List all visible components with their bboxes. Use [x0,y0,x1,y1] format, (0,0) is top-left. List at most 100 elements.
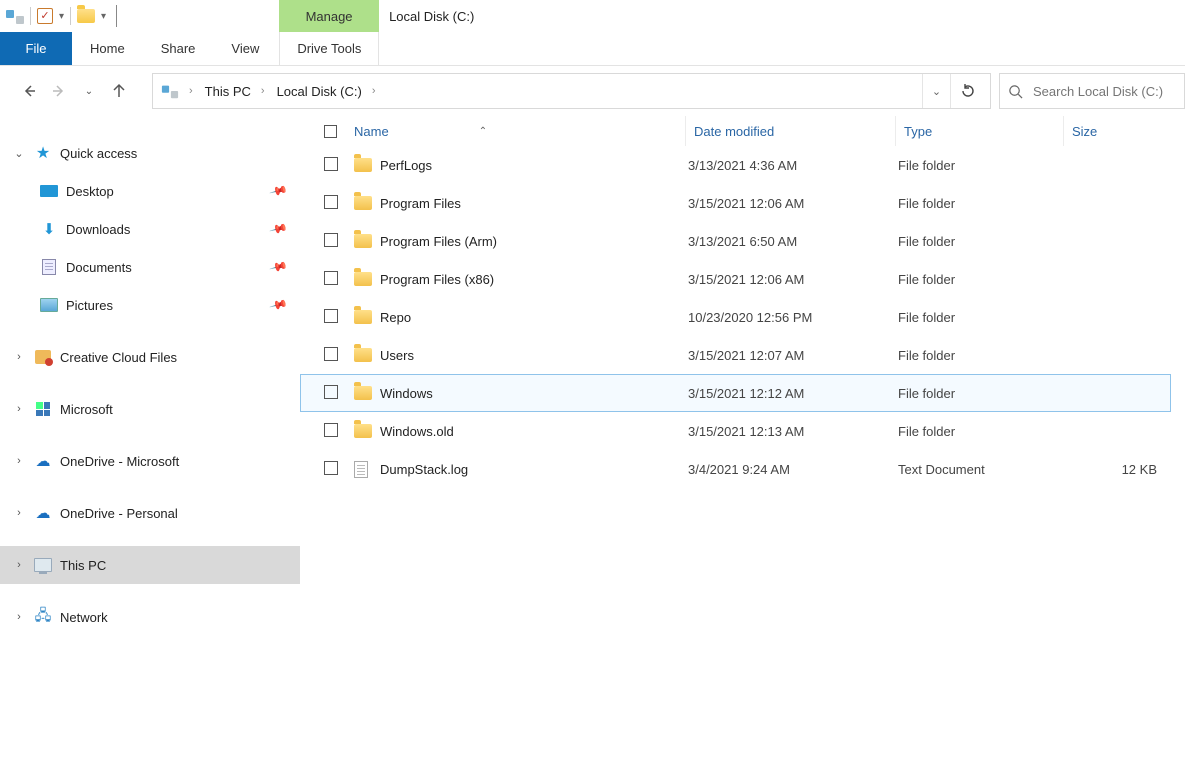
expand-icon[interactable]: › [12,611,26,623]
sidebar-item-creative-cloud[interactable]: › Creative Cloud Files [0,338,300,376]
expand-icon[interactable]: › [12,351,26,363]
column-header-size[interactable]: Size [1064,124,1185,139]
file-name: PerfLogs [380,158,686,173]
column-header-checkbox[interactable] [324,125,354,138]
sidebar-item-label: OneDrive - Personal [60,506,300,521]
search-input[interactable] [1033,84,1176,99]
column-headers: Name ⌃ Date modified Type Size [300,116,1185,146]
file-date: 3/13/2021 4:36 AM [686,158,896,173]
column-header-name[interactable]: Name ⌃ [354,116,686,146]
file-row[interactable]: PerfLogs3/13/2021 4:36 AMFile folder [300,146,1185,184]
row-checkbox[interactable] [324,157,354,174]
sidebar-item-network[interactable]: › 🖧 Network [0,598,300,636]
row-checkbox[interactable] [324,233,354,250]
sidebar-item-onedrive-personal[interactable]: › ☁ OneDrive - Personal [0,494,300,532]
row-checkbox[interactable] [324,195,354,212]
file-row[interactable]: Windows3/15/2021 12:12 AMFile folder [300,374,1171,412]
folder-icon [354,196,372,210]
file-row[interactable]: DumpStack.log3/4/2021 9:24 AMText Docume… [300,450,1185,488]
row-checkbox[interactable] [324,271,354,288]
ribbon-tabs: File Home Share View Drive Tools [0,32,1185,66]
file-row[interactable]: Program Files3/15/2021 12:06 AMFile fold… [300,184,1185,222]
sort-asc-icon: ⌃ [479,126,487,137]
file-type: File folder [896,196,1064,211]
file-type: File folder [896,272,1064,287]
address-history-button[interactable]: ⌄ [922,74,950,108]
tab-file[interactable]: File [0,32,72,65]
recent-locations-button[interactable]: ⌄ [74,75,104,107]
tab-view[interactable]: View [213,32,277,65]
sidebar-item-this-pc[interactable]: › This PC [0,546,300,584]
file-row[interactable]: Users3/15/2021 12:07 AMFile folder [300,336,1185,374]
expand-icon[interactable]: › [12,507,26,519]
file-type: Text Document [896,462,1064,477]
tab-share[interactable]: Share [143,32,214,65]
customize-qat-icon[interactable]: ▾ [101,11,106,22]
sidebar-item-onedrive-microsoft[interactable]: › ☁ OneDrive - Microsoft [0,442,300,480]
expand-icon[interactable]: › [12,403,26,415]
folder-icon [354,234,372,248]
tab-drive-tools[interactable]: Drive Tools [297,41,361,56]
properties-icon[interactable]: ✓ [37,8,53,24]
search-box[interactable] [999,73,1185,109]
new-folder-icon[interactable] [77,9,95,23]
document-icon [40,258,58,276]
expand-icon[interactable]: › [12,455,26,467]
row-checkbox[interactable] [324,309,354,326]
file-row[interactable]: Repo10/23/2020 12:56 PMFile folder [300,298,1185,336]
file-type: File folder [896,158,1064,173]
window-title: Local Disk (C:) [389,9,474,24]
textfile-icon [354,461,368,478]
file-name: Windows.old [380,424,686,439]
sidebar-item-pictures[interactable]: Pictures 📌 [0,286,300,324]
sidebar-item-quick-access[interactable]: ⌄ ★ Quick access [0,134,300,172]
navigation-pane: ⌄ ★ Quick access Desktop 📌 ⬇ Downloads 📌… [0,116,300,760]
breadcrumb-label: This PC [205,84,251,99]
file-name: Users [380,348,686,363]
qat-dropdown-icon[interactable]: ▾ [59,11,64,22]
file-type: File folder [896,386,1064,401]
sidebar-item-microsoft[interactable]: › Microsoft [0,390,300,428]
breadcrumb-location[interactable]: Local Disk (C:)› [273,84,384,99]
breadcrumb-this-pc[interactable]: This PC› [201,84,273,99]
sidebar-item-downloads[interactable]: ⬇ Downloads 📌 [0,210,300,248]
file-date: 3/15/2021 12:07 AM [686,348,896,363]
file-row[interactable]: Windows.old3/15/2021 12:13 AMFile folder [300,412,1185,450]
column-header-date[interactable]: Date modified [686,116,896,146]
row-checkbox[interactable] [324,347,354,364]
sidebar-item-label: This PC [60,558,300,573]
address-bar[interactable]: › This PC› Local Disk (C:)› ⌄ [152,73,991,109]
back-button[interactable] [14,75,44,107]
tab-home[interactable]: Home [72,32,143,65]
forward-button[interactable] [44,75,74,107]
sidebar-item-label: Microsoft [60,402,300,417]
folder-icon [354,424,372,438]
search-icon [1008,84,1023,99]
column-header-type[interactable]: Type [896,116,1064,146]
pin-icon: 📌 [269,257,289,277]
star-icon: ★ [34,144,52,162]
context-tab-manage[interactable]: Manage [279,0,379,32]
sidebar-item-label: Creative Cloud Files [60,350,300,365]
refresh-button[interactable] [950,74,984,108]
row-checkbox[interactable] [324,461,354,478]
up-button[interactable] [104,75,134,107]
folder-icon [354,348,372,362]
sidebar-item-label: Documents [66,260,263,275]
desktop-icon [40,182,58,200]
sidebar-item-documents[interactable]: Documents 📌 [0,248,300,286]
row-checkbox[interactable] [324,423,354,440]
file-row[interactable]: Program Files (x86)3/15/2021 12:06 AMFil… [300,260,1185,298]
sidebar-item-label: OneDrive - Microsoft [60,454,300,469]
collapse-icon[interactable]: ⌄ [12,147,26,160]
this-pc-icon [34,556,52,574]
navigation-bar: ⌄ › This PC› Local Disk (C:)› ⌄ [0,66,1185,116]
folder-icon [354,310,372,324]
pin-icon: 📌 [269,219,289,239]
sidebar-item-desktop[interactable]: Desktop 📌 [0,172,300,210]
separator [116,5,117,27]
breadcrumb-root-chevron[interactable]: › [181,85,201,97]
row-checkbox[interactable] [324,385,354,402]
file-row[interactable]: Program Files (Arm)3/13/2021 6:50 AMFile… [300,222,1185,260]
expand-icon[interactable]: › [12,559,26,571]
